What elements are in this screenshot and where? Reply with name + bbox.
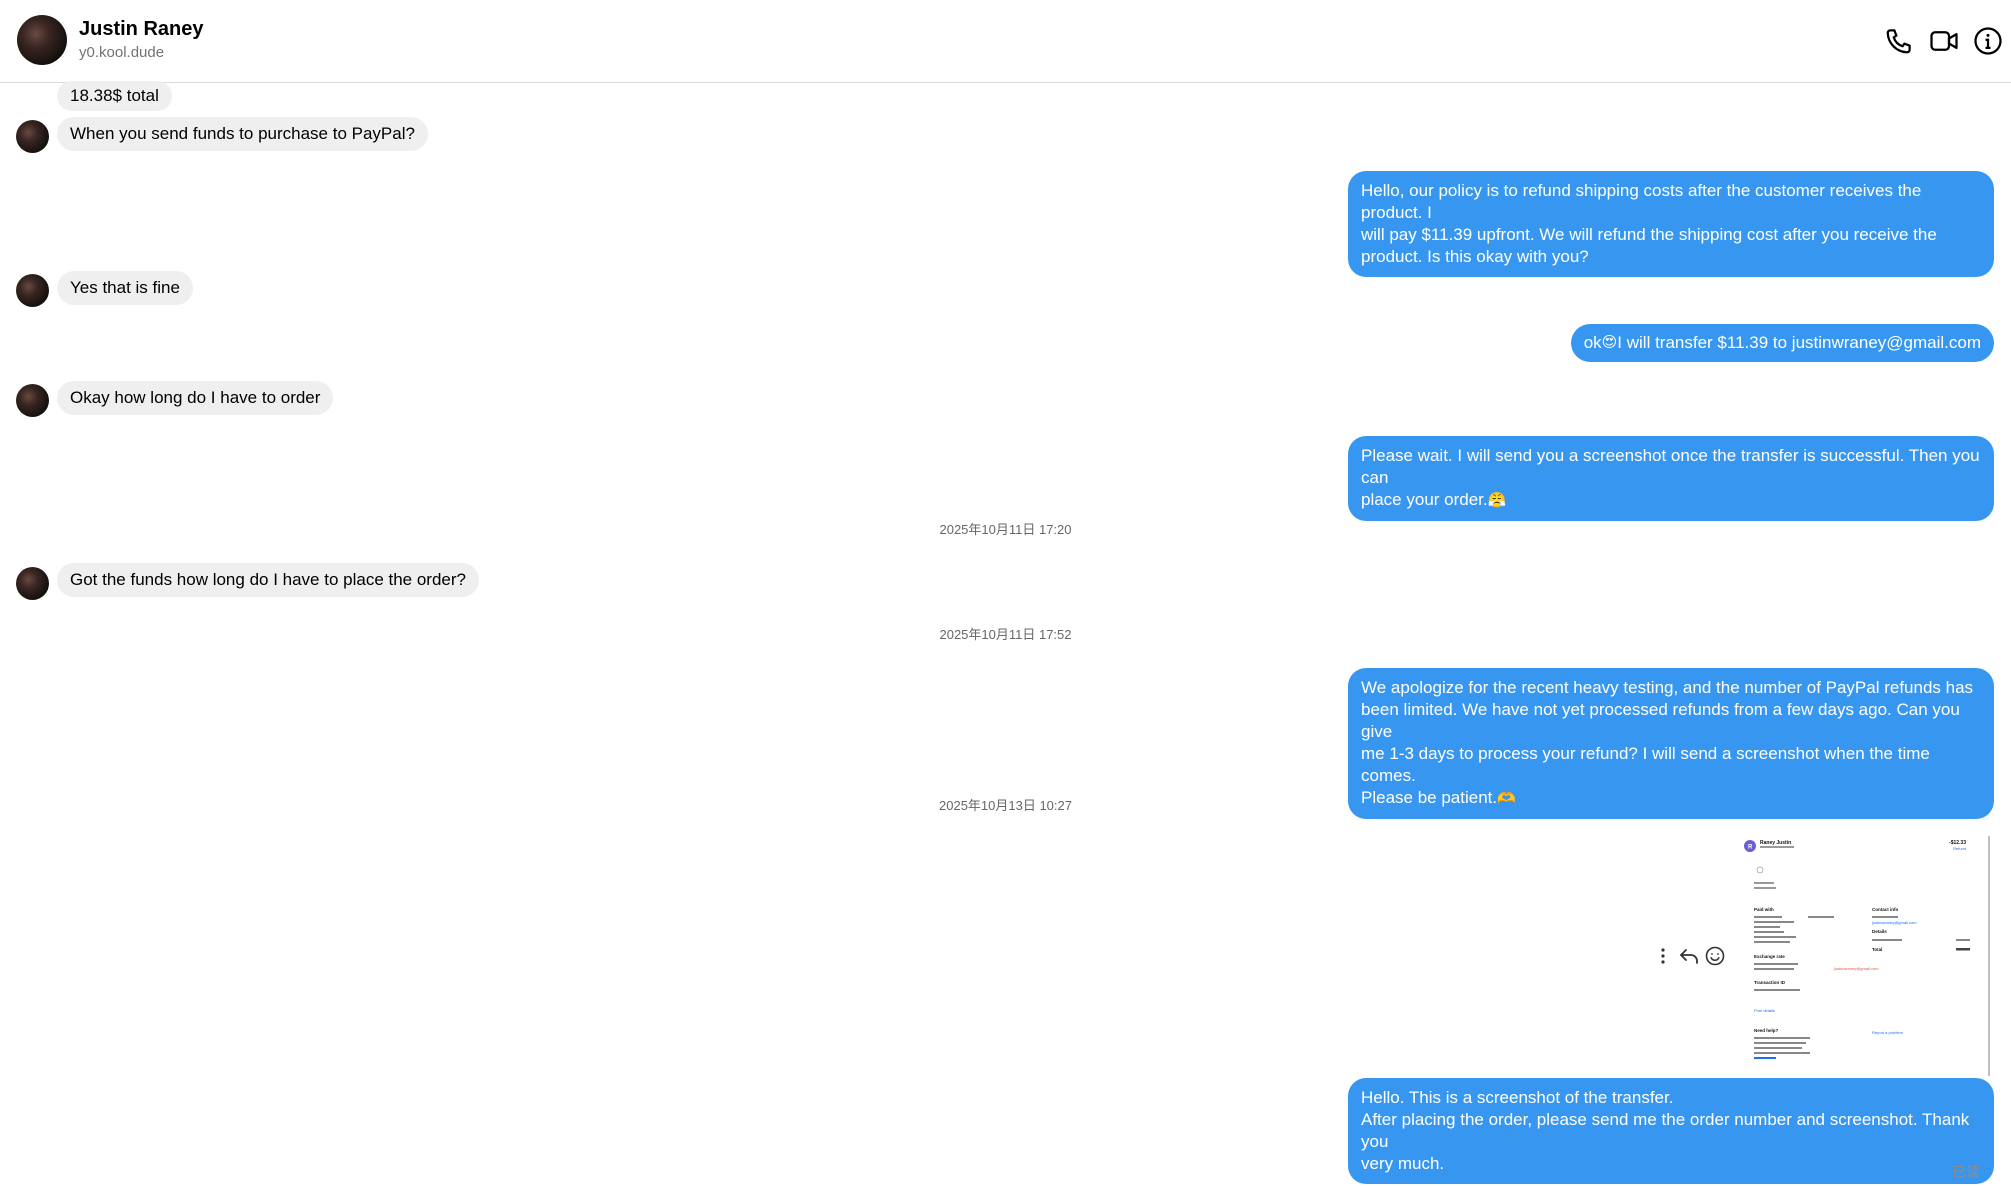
attachment-name: Raney Justin <box>1760 840 1791 846</box>
message-line: very much. <box>1361 1154 1445 1173</box>
message-line: We apologize for the recent heavy testin… <box>1361 678 1974 697</box>
message-line: place your order.😤 <box>1361 489 1981 512</box>
message-line: Hello, our policy is to refund shipping … <box>1361 181 1922 222</box>
timestamp: 2025年10月13日 10:27 <box>939 798 1072 813</box>
paid-with-label: Paid with <box>1754 907 1774 912</box>
read-receipt: 已读 <box>1952 1164 1980 1180</box>
details-label: Details <box>1872 929 1887 934</box>
svg-text:R: R <box>1748 845 1753 851</box>
message-line: will pay $11.39 upfront. We will refund … <box>1361 225 1937 244</box>
incoming-message[interactable]: Yes that is fine <box>57 271 193 305</box>
outgoing-message[interactable]: Hello, our policy is to refund shipping … <box>1348 171 1994 277</box>
sender-avatar[interactable] <box>16 384 49 417</box>
info-icon[interactable] <box>1973 26 2003 56</box>
timestamp: 2025年10月11日 17:20 <box>939 522 1072 537</box>
contact-avatar[interactable] <box>17 15 67 65</box>
message-text: ok <box>1583 333 1602 352</box>
incoming-message[interactable]: Okay how long do I have to order <box>57 381 334 415</box>
incoming-message[interactable]: When you send funds to purchase to PayPa… <box>57 117 428 151</box>
message-line: Please wait. I will send you a screensho… <box>1361 446 1980 487</box>
report-problem-link: Report a problem <box>1872 1030 1904 1035</box>
outgoing-message[interactable]: ok 😍 I will transfer $11.39 to justinwran… <box>1570 324 1994 362</box>
outgoing-message[interactable]: Hello. This is a screenshot of the trans… <box>1348 1078 1994 1184</box>
huffing-emoji: 😤 <box>1487 492 1507 509</box>
exchange-rate-label: Exchange rate <box>1754 954 1785 959</box>
email-annotation: justinwraney@gmail.com <box>1833 966 1879 971</box>
sender-avatar[interactable] <box>16 274 49 307</box>
contact-email: justinwraney@gmail.com <box>1871 920 1917 925</box>
contact-username: y0.kool.dude <box>79 44 165 61</box>
message-text: place your order. <box>1361 490 1488 509</box>
heart-eyes-emoji: 😍 <box>1601 334 1618 351</box>
message-line: been limited. We have not yet processed … <box>1361 700 1960 741</box>
reply-icon[interactable] <box>1678 945 1700 967</box>
attachment-status: Refund <box>1953 846 1966 851</box>
contact-name[interactable]: Justin Raney <box>79 18 203 41</box>
react-icon[interactable] <box>1704 945 1726 967</box>
message-line: Hello. This is a screenshot of the trans… <box>1361 1088 1674 1107</box>
sender-avatar[interactable] <box>16 120 49 153</box>
conversation-header: Justin Raney y0.kool.dude <box>0 0 2011 83</box>
sender-avatar[interactable] <box>16 567 49 600</box>
message-line: product. Is this okay with you? <box>1361 247 1589 266</box>
incoming-message[interactable]: Got the funds how long do I have to plac… <box>57 563 479 597</box>
contact-info-label: Contact info <box>1872 907 1898 912</box>
incoming-message[interactable]: 18.38$ total <box>57 81 172 111</box>
total-label: Total <box>1872 947 1882 952</box>
print-details-link: Print details <box>1754 1008 1775 1013</box>
transfer-screenshot-attachment[interactable]: R Raney Justin -$12.33 Refund Paid with … <box>1738 836 1990 1076</box>
message-text: I will transfer $11.39 to justinwraney@g… <box>1617 333 1981 352</box>
video-icon[interactable] <box>1929 26 1959 56</box>
transaction-id-label: Transaction ID <box>1754 980 1786 985</box>
timestamp: 2025年10月11日 17:52 <box>939 627 1072 642</box>
phone-icon[interactable] <box>1884 26 1914 56</box>
message-line: me 1-3 days to process your refund? I wi… <box>1361 744 1930 785</box>
message-line: After placing the order, please send me … <box>1361 1110 1970 1151</box>
need-help-label: Need help? <box>1754 1028 1779 1033</box>
more-options-icon[interactable] <box>1652 945 1674 967</box>
outgoing-message[interactable]: Please wait. I will send you a screensho… <box>1348 436 1994 521</box>
